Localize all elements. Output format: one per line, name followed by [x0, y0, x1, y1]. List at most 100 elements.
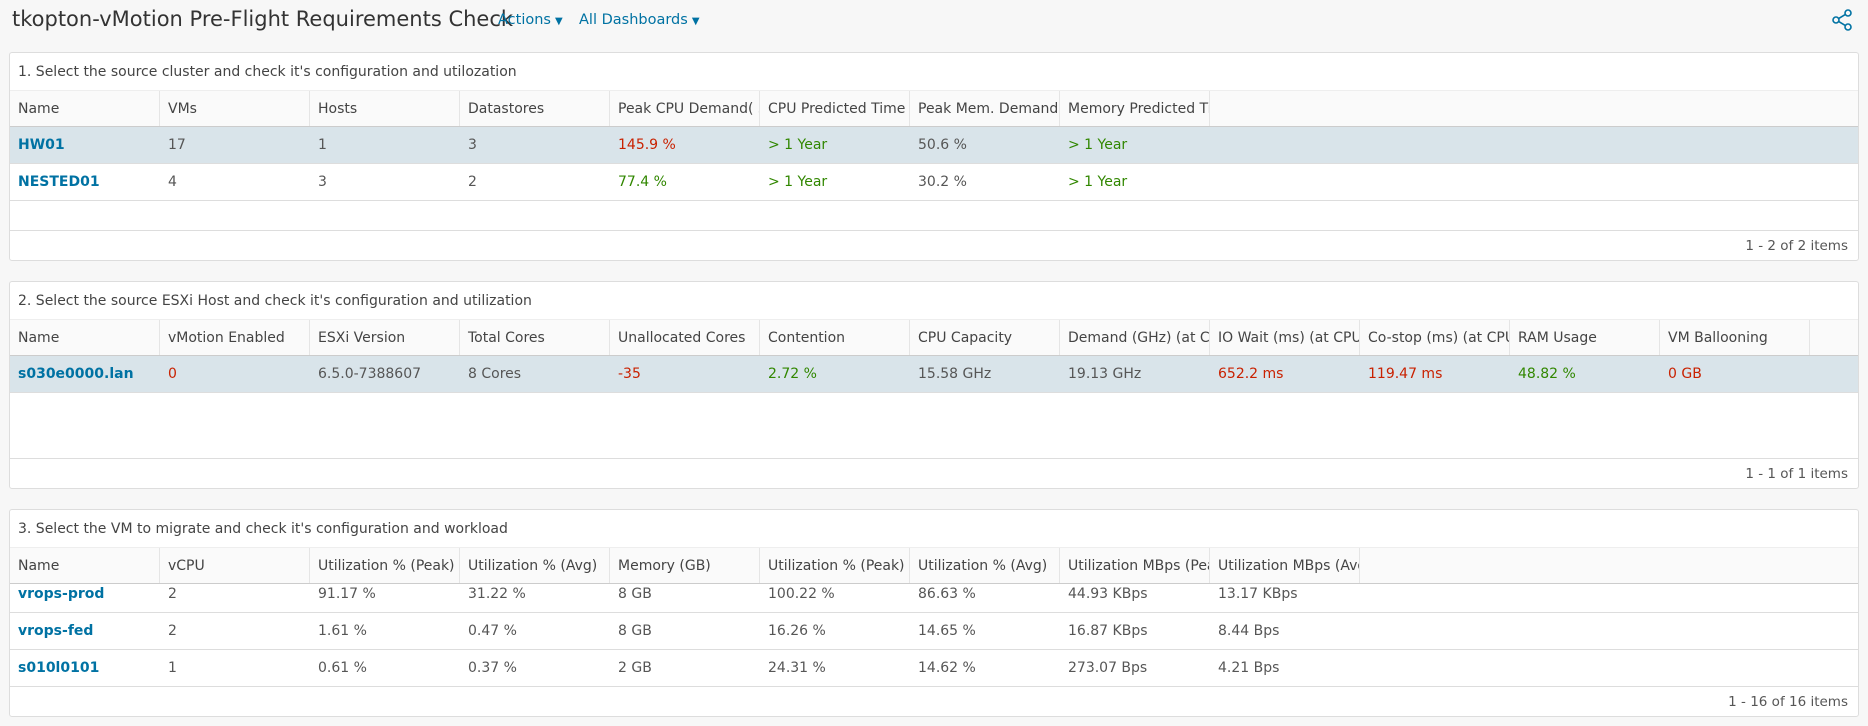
dashboard-header: tkopton-vMotion Pre-Flight Requirements … [0, 0, 1868, 48]
row-name-link[interactable]: s030e0000.lan [10, 356, 160, 392]
table-cell: 2 [168, 586, 177, 602]
table-cell: 2 [168, 623, 177, 639]
table-row[interactable]: s030e0000.lan 0 6.5.0-7388607 8 Cores -35 2.7… [10, 356, 1858, 393]
column-header[interactable]: Peak Mem. Demand ( [910, 91, 1060, 126]
cluster-panel: 1. Select the source cluster and check i… [9, 52, 1859, 261]
table-cell: 86.63 % [918, 586, 976, 602]
table-cell: 14.62 % [918, 660, 976, 676]
table-cell: 14.65 % [918, 623, 976, 639]
table-cell: > 1 Year [1068, 174, 1128, 190]
column-header[interactable]: Name [10, 91, 160, 126]
column-header[interactable]: vMotion Enabled [160, 320, 310, 355]
dashboard-title: tkopton-vMotion Pre-Flight Requirements … [12, 7, 514, 31]
table-cell: 8 GB [618, 623, 652, 639]
row-name-link[interactable]: vrops-fed [10, 613, 160, 649]
column-header[interactable]: vCPU [160, 548, 310, 583]
cluster-table: Name VMs Hosts Datastores Peak CPU Demand( 3… [10, 91, 1858, 201]
table-cell: 2.72 % [768, 366, 817, 382]
column-header[interactable]: Utilization MBps (Pea [1060, 548, 1210, 583]
table-cell: 119.47 ms [1368, 366, 1443, 382]
table-cell: 8.44 Bps [1218, 623, 1280, 639]
table-cell: 8 GB [618, 586, 652, 602]
table-row[interactable]: NESTED01 4 3 2 77.4 % > 1 Year 30.2 % > 1 Year [10, 164, 1858, 201]
column-header[interactable]: Name [10, 320, 160, 355]
table-cell: 1 [168, 660, 177, 676]
column-header[interactable]: Datastores [460, 91, 610, 126]
column-header[interactable]: Utilization % (Peak) [310, 548, 460, 583]
table-header: Name VMs Hosts Datastores Peak CPU Demand( 3… [10, 91, 1858, 127]
share-icon[interactable] [1830, 8, 1854, 32]
panel-title: 3. Select the VM to migrate and check it… [10, 510, 1858, 548]
table-cell: 0.37 % [468, 660, 517, 676]
table-cell: 3 [468, 137, 477, 153]
column-header[interactable]: Co-stop (ms) (at CPU [1360, 320, 1510, 355]
column-header[interactable]: Name [10, 548, 160, 583]
table-cell: > 1 Year [768, 174, 828, 190]
column-header[interactable]: Demand (GHz) (at CP [1060, 320, 1210, 355]
table-body-scroll[interactable]: vrops-prod 2 91.17 % 31.22 % 8 GB 100.22 % 86.… [10, 584, 1858, 688]
host-panel: 2. Select the source ESXi Host and check… [9, 281, 1859, 489]
all-dashboards-menu[interactable]: All Dashboards ▼ [579, 12, 700, 28]
panel-title: 2. Select the source ESXi Host and check… [10, 282, 1858, 320]
column-header[interactable]: CPU Capacity [910, 320, 1060, 355]
actions-label: Actions [498, 12, 551, 28]
vm-panel: 3. Select the VM to migrate and check it… [9, 509, 1859, 717]
column-header[interactable]: RAM Usage [1510, 320, 1660, 355]
table-cell: 44.93 KBps [1068, 586, 1148, 602]
table-cell: 48.82 % [1518, 366, 1576, 382]
table-cell: 100.22 % [768, 586, 835, 602]
column-header[interactable]: Memory Predicted Ti [1060, 91, 1210, 126]
all-dashboards-label: All Dashboards [579, 12, 688, 28]
column-header[interactable]: Utilization % (Peak) [760, 548, 910, 583]
column-header[interactable]: Memory (GB) [610, 548, 760, 583]
column-header[interactable]: ESXi Version [310, 320, 460, 355]
table-cell: 0.61 % [318, 660, 367, 676]
row-name-link[interactable]: NESTED01 [10, 164, 160, 200]
host-table: Name vMotion Enabled ESXi Version Total Cor… [10, 320, 1858, 393]
table-cell: 91.17 % [318, 586, 376, 602]
table-header: Name vCPU Utilization % (Peak) Utilization … [10, 548, 1858, 584]
pagination-info: 1 - 1 of 1 items [10, 458, 1858, 488]
table-cell: 24.31 % [768, 660, 826, 676]
column-header[interactable]: Contention [760, 320, 910, 355]
table-cell: 0 GB [1668, 366, 1702, 382]
table-cell: 50.6 % [918, 137, 967, 153]
table-cell: > 1 Year [768, 137, 828, 153]
table-cell: -35 [618, 366, 641, 382]
row-name-link[interactable]: vrops-prod [10, 584, 160, 612]
table-row[interactable]: vrops-fed 2 1.61 % 0.47 % 8 GB 16.26 % 14.65 %… [10, 613, 1858, 650]
column-header[interactable]: Peak CPU Demand( 3 [610, 91, 760, 126]
column-header[interactable]: CPU Predicted Time R [760, 91, 910, 126]
vm-table[interactable]: Name vCPU Utilization % (Peak) Utilization … [10, 548, 1858, 688]
pagination-info: 1 - 16 of 16 items [10, 686, 1858, 716]
column-header[interactable]: Utilization % (Avg) [460, 548, 610, 583]
table-cell: 15.58 GHz [918, 366, 992, 382]
table-cell: 652.2 ms [1218, 366, 1284, 382]
column-header[interactable]: IO Wait (ms) (at CPU [1210, 320, 1360, 355]
row-name-link[interactable]: s010l0101 [10, 650, 160, 686]
table-cell: 1 [318, 137, 327, 153]
table-row[interactable]: vrops-prod 2 91.17 % 31.22 % 8 GB 100.22 % 86.… [10, 584, 1858, 613]
table-cell: 16.26 % [768, 623, 826, 639]
actions-menu[interactable]: Actions ▼ [498, 12, 563, 28]
column-header[interactable]: VM Ballooning [1660, 320, 1810, 355]
column-header[interactable]: Hosts [310, 91, 460, 126]
table-row[interactable]: HW01 17 1 3 145.9 % > 1 Year 50.6 % > 1 Year [10, 127, 1858, 164]
table-cell: 1.61 % [318, 623, 367, 639]
table-cell: 2 GB [618, 660, 652, 676]
table-cell: 30.2 % [918, 174, 967, 190]
table-cell: 145.9 % [618, 137, 676, 153]
column-header[interactable]: Utilization MBps (Avg [1210, 548, 1360, 583]
column-header[interactable]: Utilization % (Avg) [910, 548, 1060, 583]
column-header[interactable]: Total Cores [460, 320, 610, 355]
table-cell: 3 [318, 174, 327, 190]
table-row[interactable]: s010l0101 1 0.61 % 0.37 % 2 GB 24.31 % 14.62 %… [10, 650, 1858, 687]
table-cell: 19.13 GHz [1068, 366, 1142, 382]
table-cell: 0 [168, 366, 177, 382]
chevron-down-icon: ▼ [554, 16, 563, 27]
column-header[interactable]: Unallocated Cores [610, 320, 760, 355]
column-header[interactable]: VMs [160, 91, 310, 126]
table-header: Name vMotion Enabled ESXi Version Total Cor… [10, 320, 1858, 356]
table-cell: 4 [168, 174, 177, 190]
row-name-link[interactable]: HW01 [10, 127, 160, 163]
